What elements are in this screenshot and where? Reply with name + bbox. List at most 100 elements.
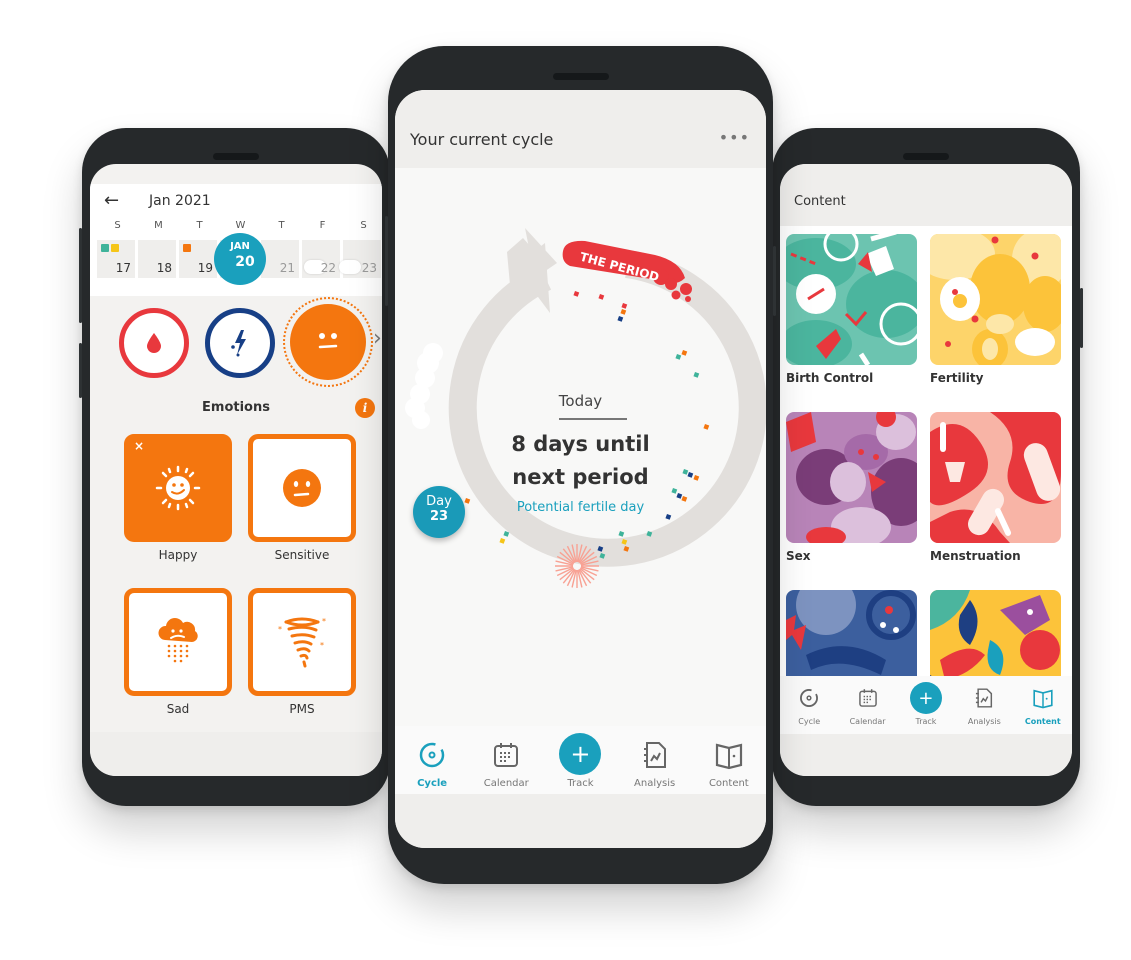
tracked-mark (620, 309, 627, 315)
birth-control-illustration (786, 234, 917, 365)
weekday-label: S (114, 220, 121, 231)
tab-content[interactable]: Content (1014, 676, 1072, 734)
bottom-bar (395, 794, 766, 848)
tab-label: Track (567, 778, 594, 789)
tracked-mark (499, 538, 506, 544)
category-emotions[interactable] (290, 304, 366, 380)
divider (559, 418, 627, 420)
emotion-sensitive[interactable] (248, 434, 356, 542)
tab-track[interactable]: + Track (543, 726, 617, 794)
tracked-mark (675, 354, 682, 360)
weekday-label: M (154, 220, 163, 231)
tab-analysis[interactable]: Analysis (618, 726, 692, 794)
category-pain[interactable] (205, 308, 275, 378)
tab-analysis[interactable]: Analysis (955, 676, 1013, 734)
back-arrow-icon[interactable]: ← (104, 190, 119, 211)
tab-cycle[interactable]: Cycle (395, 726, 469, 794)
weekday-label: T (278, 220, 285, 231)
plus-icon[interactable]: + (559, 733, 602, 775)
bottom-nav: Cycle Calendar + Track Analysis Content (780, 676, 1072, 734)
day-badge-number: 23 (429, 509, 449, 524)
bottom-bar (90, 732, 382, 776)
tab-label: Content (1024, 717, 1061, 726)
sex-illustration (786, 412, 917, 543)
page-title: Your current cycle (410, 130, 554, 149)
emotion-label: Sensitive (274, 548, 330, 562)
day-cell[interactable]: 18 (138, 240, 176, 278)
selected-day-bubble[interactable]: JAN 20 (214, 233, 266, 285)
bottom-bar (780, 734, 1072, 776)
tab-track[interactable]: + Track (897, 676, 955, 734)
speaker-grille (213, 153, 259, 160)
tab-calendar[interactable]: Calendar (469, 726, 543, 794)
category-bleeding[interactable] (119, 308, 189, 378)
page-title: Content (794, 194, 846, 209)
day-number: 18 (156, 261, 172, 275)
screen: Content Birth Control Fertility Sex Mens… (780, 164, 1072, 776)
screen: Your current cycle ••• THE PERIOD Today … (395, 90, 766, 848)
more-options-icon[interactable]: ••• (719, 128, 750, 147)
tracked-mark (598, 294, 605, 300)
month-label: Jan 2021 (149, 193, 211, 209)
tracked-mark (681, 350, 688, 356)
week-calendar: ← Jan 2021 S M T W T F S 17 18 19 21 22 … (90, 184, 382, 296)
tab-content[interactable]: Content (692, 726, 766, 794)
power-button (773, 246, 776, 316)
day-cell[interactable]: 23 (339, 240, 381, 278)
emotion-label: Happy (158, 548, 198, 562)
smiley-icon (290, 304, 366, 380)
tab-label: Analysis (634, 778, 676, 789)
current-day-badge[interactable]: Day 23 (413, 486, 465, 538)
tracked-marker (183, 244, 191, 252)
today-label: Today (558, 392, 603, 410)
category-row: › (90, 297, 382, 392)
emotion-happy[interactable]: × (124, 434, 232, 542)
tab-calendar[interactable]: Calendar (838, 676, 896, 734)
rain-cloud-icon (129, 593, 227, 691)
tracked-mark (693, 372, 700, 378)
cycle-icon (800, 689, 819, 707)
day-number: 21 (279, 261, 295, 275)
tab-cycle[interactable]: Cycle (780, 676, 838, 734)
content-card-fertility[interactable] (930, 234, 1061, 365)
card-label: Menstruation (930, 549, 1021, 563)
svg-text:*: * (322, 617, 326, 626)
svg-text:*: * (278, 625, 282, 634)
content-grid: Birth Control Fertility Sex Menstruation (780, 226, 1072, 721)
content-card-sex[interactable] (786, 412, 917, 543)
book-icon (715, 743, 742, 770)
day-cell[interactable]: 21 (261, 240, 299, 278)
content-card-birth-control[interactable] (786, 234, 917, 365)
svg-text:*: * (320, 641, 324, 650)
day-cell[interactable]: 19 (179, 240, 217, 278)
tracked-mark (573, 291, 580, 297)
card-label: Birth Control (786, 371, 874, 385)
emotion-sad[interactable] (124, 588, 232, 696)
emotion-label: Sad (166, 702, 190, 716)
chevron-right-icon[interactable]: › (373, 326, 382, 351)
content-card-menstruation[interactable] (930, 412, 1061, 543)
info-icon[interactable]: i (355, 398, 375, 418)
tab-label: Cycle (798, 717, 821, 726)
day-cell[interactable]: 22 (302, 240, 340, 278)
header: Your current cycle ••• (395, 90, 766, 168)
selected-day: 20 (235, 254, 255, 270)
emotion-pms[interactable]: * * * (248, 588, 356, 696)
phone-track-emotions: ← Jan 2021 S M T W T F S 17 18 19 21 22 … (79, 128, 393, 806)
screen: ← Jan 2021 S M T W T F S 17 18 19 21 22 … (90, 164, 382, 776)
menstruation-illustration (930, 412, 1061, 543)
emotion-label: PMS (289, 702, 315, 716)
cloud-icon (339, 260, 361, 274)
day-cell[interactable]: 17 (97, 240, 135, 278)
card-label: Sex (786, 549, 811, 563)
bottom-nav: Cycle Calendar + Track Analysis Content (395, 726, 766, 794)
volume-button (79, 228, 82, 323)
fertile-clouds (405, 343, 443, 429)
header: Content (780, 164, 1072, 226)
tracked-mark (618, 530, 625, 537)
calendar-icon (494, 743, 519, 767)
phone-cycle-overview: Your current cycle ••• THE PERIOD Today … (385, 46, 776, 884)
plus-icon[interactable]: + (909, 682, 942, 714)
tracked-marker (101, 244, 109, 252)
cycle-icon (419, 742, 445, 768)
